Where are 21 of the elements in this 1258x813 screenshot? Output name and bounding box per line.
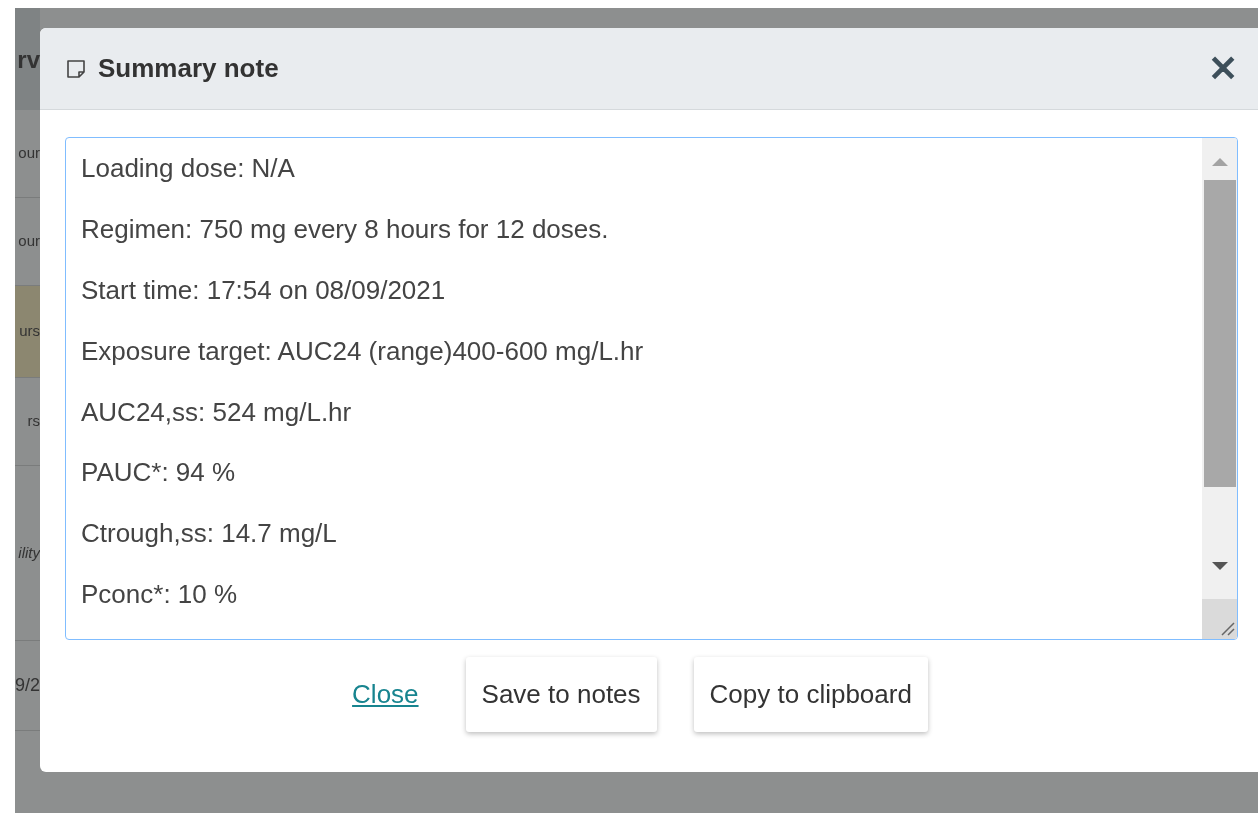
- resize-grip-icon[interactable]: [1202, 599, 1237, 639]
- note-line: Ctrough,ss: 14.7 mg/L: [81, 517, 338, 551]
- close-link[interactable]: Close: [352, 675, 419, 714]
- table-cell: urs: [15, 286, 40, 378]
- note-icon: [66, 58, 86, 79]
- copy-button[interactable]: Copy to clipboard: [693, 657, 928, 732]
- note-line: Regimen: 750 mg every 8 hours for 12 doses.: [81, 212, 610, 246]
- note-line: Loading dose: N/A: [81, 152, 296, 185]
- scroll-thumb[interactable]: [1203, 180, 1236, 487]
- note-line: Exposure target: AUC24 (range)400-600 mg/L.hr: [81, 334, 645, 368]
- header-text: rv: [17, 48, 40, 75]
- save-button[interactable]: Save to notes: [465, 657, 657, 732]
- dialog-title: Summary note: [98, 52, 279, 85]
- scroll-down-icon[interactable]: [1211, 562, 1228, 572]
- note-line: Start time: 17:54 on 08/09/2021: [81, 273, 447, 307]
- note-textarea[interactable]: [65, 137, 1238, 640]
- note-line: Pconc*: 10 %: [81, 578, 239, 612]
- scroll-up-icon[interactable]: [1211, 156, 1228, 166]
- note-line: PAUC*: 94 %: [81, 456, 237, 490]
- scrollbar[interactable]: [1202, 138, 1237, 639]
- note-line: AUC24,ss: 524 mg/L.hr: [81, 395, 353, 429]
